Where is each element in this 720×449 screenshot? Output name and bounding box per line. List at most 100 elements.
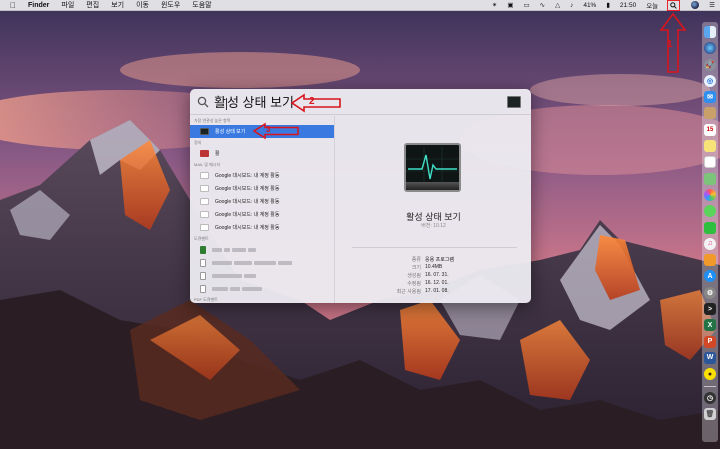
trash-icon[interactable]: 🗑: [704, 407, 716, 420]
spotlight-search-input[interactable]: 활성 상태 보기: [214, 92, 294, 111]
dropbox-icon[interactable]: ▣: [507, 1, 513, 9]
mail-icon: [200, 172, 209, 179]
photos-icon[interactable]: [704, 188, 716, 201]
result-mail-4[interactable]: Google 대시보드: 내 계정 활동: [190, 208, 334, 221]
annotation-arrow-1: [659, 12, 687, 73]
notes-icon[interactable]: [704, 140, 716, 153]
meta-row-size: 크기 10.4MB: [411, 264, 443, 271]
result-label: 활: [215, 151, 220, 157]
dock-separator: [704, 385, 716, 387]
result-label: 활성 상태 보기: [215, 129, 246, 135]
siri-icon[interactable]: [704, 42, 716, 55]
itunes-icon[interactable]: ♫: [704, 237, 716, 250]
document-icon: [200, 284, 206, 293]
result-label: Google 대시보드: 내 계정 활동: [215, 186, 280, 192]
display-icon[interactable]: ▭: [523, 1, 529, 9]
wifi-icon[interactable]: ∿: [540, 1, 545, 9]
word-icon[interactable]: W: [704, 351, 716, 364]
menubar-status-area: ✴ ▣ ▭ ∿ △ ♪ 41% ▮ 21:50 오늘 ☰: [487, 0, 720, 11]
redacted-text: [212, 260, 292, 265]
kakaotalk-icon[interactable]: ●: [704, 368, 716, 381]
today-label[interactable]: 오늘: [646, 0, 658, 10]
mail-icon: [200, 198, 209, 205]
appstore-icon[interactable]: A: [704, 270, 716, 283]
siri-icon[interactable]: [691, 1, 700, 9]
menu-app-finder[interactable]: Finder: [28, 2, 49, 9]
preview-divider: [352, 247, 517, 248]
document-icon: [200, 258, 206, 267]
meta-row-modified: 수정됨 16. 12. 01.: [407, 280, 449, 287]
spotlight-search-row: 활성 상태 보기: [190, 89, 531, 115]
maps-icon[interactable]: [704, 172, 716, 185]
excel-icon[interactable]: X: [704, 319, 716, 332]
airplay-icon[interactable]: △: [555, 1, 560, 9]
annotation-number-1: 1: [667, 39, 673, 50]
result-document-1[interactable]: [190, 243, 334, 256]
redacted-text: [212, 247, 256, 252]
document-icon: [200, 271, 206, 280]
menu-window[interactable]: 윈도우: [161, 0, 180, 10]
meta-row-kind: 종류 응용 프로그램: [411, 256, 454, 263]
redacted-text: [212, 273, 256, 278]
result-definition[interactable]: 활: [190, 147, 334, 160]
menu-help[interactable]: 도움말: [192, 0, 211, 10]
apple-menu-icon[interactable]: : [8, 1, 18, 10]
section-mail: MAIL 및 메시지: [194, 162, 221, 167]
menu-edit[interactable]: 편집: [86, 0, 99, 10]
menu-go[interactable]: 이동: [136, 0, 149, 10]
result-mail-2[interactable]: Google 대시보드: 내 계정 활동: [190, 182, 334, 195]
messages-icon[interactable]: [704, 205, 716, 218]
annotation-arrow-3: [252, 122, 299, 140]
powerpoint-icon[interactable]: P: [704, 335, 716, 348]
reminders-icon[interactable]: [704, 156, 716, 169]
notification-center-icon[interactable]: ☰: [709, 1, 715, 9]
bluetooth-icon[interactable]: ✴: [492, 1, 497, 9]
activity-monitor-icon: [200, 128, 209, 135]
result-document-2[interactable]: [190, 256, 334, 269]
meta-row-created: 생성됨 16. 07. 31.: [407, 272, 449, 279]
volume-icon[interactable]: ♪: [570, 2, 573, 9]
preview-version: 버전: 10.12: [421, 223, 446, 229]
battery-icon[interactable]: ▮: [606, 1, 610, 9]
result-mail-3[interactable]: Google 대시보드: 내 계정 활동: [190, 195, 334, 208]
menu-bar:  Finder 파일 편집 보기 이동 윈도우 도움말 ✴ ▣ ▭ ∿ △ ♪…: [0, 0, 720, 11]
result-mail-5[interactable]: Google 대시보드: 내 계정 활동: [190, 221, 334, 234]
annotation-number-3: 3: [266, 125, 271, 134]
result-label: Google 대시보드: 내 계정 활동: [215, 225, 280, 231]
mail-icon: [200, 185, 209, 192]
section-documents: 도큐멘트: [194, 236, 209, 241]
spotlight-results-list: 가장 연관성 높은 항목 활성 상태 보기 정의 활 MAIL 및 메시지 Go…: [190, 116, 335, 303]
dictionary-icon: [200, 150, 209, 157]
mail-icon[interactable]: ✉: [704, 91, 716, 104]
annotation-arrow-2: [290, 93, 341, 113]
spotlight-menu-button[interactable]: [667, 0, 681, 11]
calendar-icon[interactable]: 15: [704, 123, 716, 136]
clock[interactable]: 21:50: [620, 2, 636, 9]
redacted-text: [212, 286, 262, 291]
finder-icon[interactable]: [704, 26, 716, 38]
safari-icon[interactable]: ◎: [704, 74, 716, 87]
spotlight-preview-pane: 활성 상태 보기 버전: 10.12 종류 응용 프로그램 크기 10.4MB 생성…: [336, 116, 531, 303]
spreadsheet-icon: [200, 245, 206, 254]
result-document-3[interactable]: [190, 269, 334, 282]
launchpad-icon[interactable]: 🚀: [704, 58, 716, 71]
pulse-graph-icon: [406, 147, 459, 184]
timemachine-icon[interactable]: ◷: [704, 391, 716, 404]
search-icon: [197, 96, 209, 107]
battery-percent[interactable]: 41%: [583, 2, 596, 9]
mail-icon: [200, 224, 209, 231]
preferences-icon[interactable]: ⚙: [704, 286, 716, 299]
result-label: Google 대시보드: 내 계정 활동: [215, 173, 280, 179]
result-mail-1[interactable]: Google 대시보드: 내 계정 활동: [190, 169, 334, 182]
books-icon[interactable]: [704, 254, 716, 267]
menu-file[interactable]: 파일: [61, 0, 74, 10]
terminal-icon[interactable]: >: [704, 303, 716, 316]
menu-view[interactable]: 보기: [111, 0, 124, 10]
result-label: Google 대시보드: 내 계정 활동: [215, 199, 280, 205]
mail-icon: [200, 211, 209, 218]
contacts-icon[interactable]: [704, 107, 716, 120]
facetime-icon[interactable]: [704, 221, 716, 234]
preview-metadata: 종류 응용 프로그램 크기 10.4MB 생성됨 16. 07. 31. 수정됨 16.…: [336, 255, 531, 295]
dock: 🚀 ◎ ✉ 15 ♫ A ⚙ > X P W ● ◷ 🗑: [702, 22, 718, 442]
result-document-4[interactable]: [190, 282, 334, 295]
